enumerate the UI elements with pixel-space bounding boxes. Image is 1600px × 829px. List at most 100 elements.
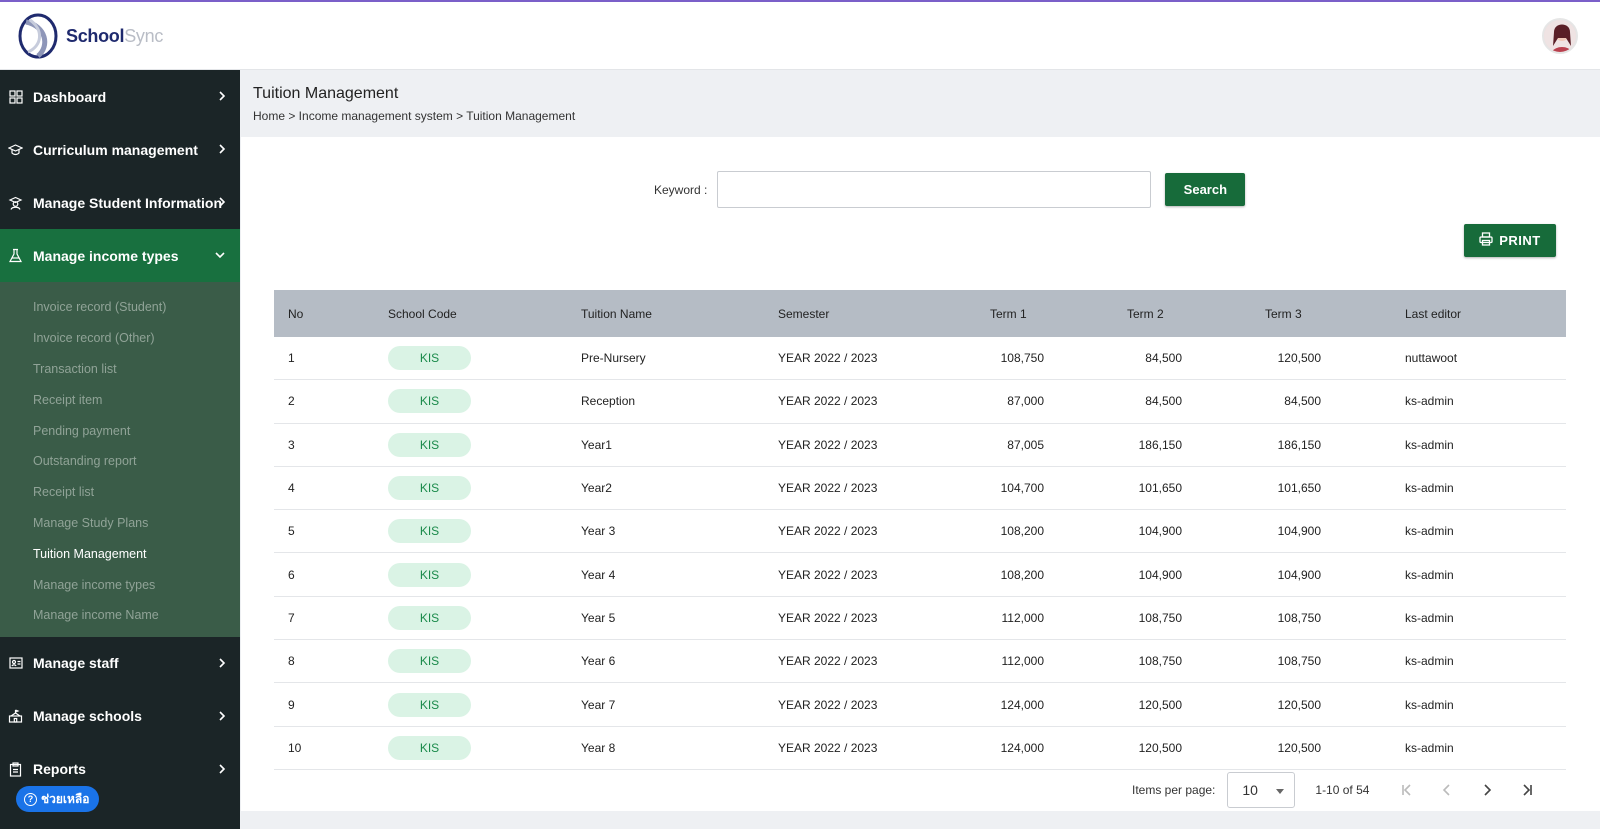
cell-semester: YEAR 2022 / 2023 (778, 394, 878, 409)
prev-page-button[interactable] (1427, 772, 1467, 808)
table-row[interactable]: 2 KIS Reception YEAR 2022 / 2023 87,000 84,50… (274, 380, 1566, 424)
submenu-item-income-types[interactable]: Manage income types (0, 569, 240, 600)
school-code-cell: KIS (388, 605, 471, 630)
cell-term-2: 186,150 (1138, 437, 1182, 452)
school-code-badge: KIS (388, 519, 471, 544)
sidebar-item-staff[interactable]: Manage staff (0, 637, 240, 690)
school-code-cell: KIS (388, 389, 471, 414)
header-school-code[interactable]: School Code (388, 307, 457, 321)
sidebar-item-curriculum[interactable]: Curriculum management (0, 123, 240, 176)
breadcrumb: Home > Income management system > Tuitio… (253, 109, 576, 123)
cell-no: 6 (288, 567, 295, 582)
keyword-label: Keyword : (654, 182, 708, 197)
cell-semester: YEAR 2022 / 2023 (778, 351, 878, 366)
page-range: 1-10 of 54 (1315, 783, 1370, 797)
table-row[interactable]: 7 KIS Year 5 YEAR 2022 / 2023 112,000 108,750… (274, 597, 1566, 641)
header-no[interactable]: No (288, 307, 303, 321)
keyword-input[interactable] (717, 171, 1152, 208)
header-term-2[interactable]: Term 2 (1127, 307, 1233, 321)
cell-tuition-name: Year 3 (581, 524, 616, 539)
submenu-item-receipt-item[interactable]: Receipt item (0, 384, 240, 415)
flask-icon (8, 248, 23, 263)
cell-last-editor: ks-admin (1405, 437, 1454, 452)
income-types-submenu: Invoice record (Student) Invoice record … (0, 282, 240, 637)
sidebar-item-income-types[interactable]: Manage income types (0, 229, 240, 282)
table-row[interactable]: 9 KIS Year 7 YEAR 2022 / 2023 124,000 120,500… (274, 683, 1566, 727)
cell-term-3: 104,900 (1277, 567, 1321, 582)
header-semester[interactable]: Semester (778, 307, 829, 321)
cell-term-3: 120,500 (1277, 351, 1321, 366)
header-term-1[interactable]: Term 1 (990, 307, 1096, 321)
cell-term-2: 104,900 (1138, 524, 1182, 539)
sidebar-item-schools[interactable]: Manage schools (0, 690, 240, 743)
table-row[interactable]: 10 KIS Year 8 YEAR 2022 / 2023 124,000 120,50… (274, 727, 1566, 770)
cell-no: 10 (288, 740, 302, 755)
table-row[interactable]: 3 KIS Year1 YEAR 2022 / 2023 87,005 186,150 18… (274, 424, 1566, 467)
last-page-button[interactable] (1507, 772, 1547, 808)
cell-term-3: 108,750 (1277, 654, 1321, 669)
items-per-page-select[interactable]: 10 (1227, 772, 1296, 808)
submenu-item-tuition-management[interactable]: Tuition Management (0, 538, 240, 569)
chevron-down-icon (214, 248, 226, 264)
submenu-item-receipt-list[interactable]: Receipt list (0, 477, 240, 508)
cell-no: 7 (288, 610, 295, 625)
cell-tuition-name: Year1 (581, 437, 612, 452)
cell-semester: YEAR 2022 / 2023 (778, 610, 878, 625)
header-term-3[interactable]: Term 3 (1265, 307, 1371, 321)
school-code-cell: KIS (388, 649, 471, 674)
cell-term-1: 124,000 (1000, 740, 1044, 755)
page-header: Tuition Management Home > Income managem… (253, 85, 575, 123)
question-icon: ? (24, 792, 37, 806)
cell-last-editor: ks-admin (1405, 740, 1454, 755)
cell-last-editor: ks-admin (1405, 610, 1454, 625)
graduation-cap-icon (8, 142, 23, 157)
table-row[interactable]: 1 KIS Pre-Nursery YEAR 2022 / 2023 108,750 84… (274, 337, 1566, 381)
user-avatar[interactable] (1542, 18, 1578, 54)
school-code-badge: KIS (388, 649, 471, 674)
cell-tuition-name: Pre-Nursery (581, 351, 646, 366)
school-code-cell: KIS (388, 432, 471, 457)
sidebar-item-dashboard[interactable]: Dashboard (0, 70, 240, 123)
cell-semester: YEAR 2022 / 2023 (778, 437, 878, 452)
table-header: No School Code Tuition Name Semester Ter… (274, 290, 1566, 337)
logo[interactable]: SchoolSync (16, 12, 163, 60)
table-row[interactable]: 8 KIS Year 6 YEAR 2022 / 2023 112,000 108,750… (274, 640, 1566, 684)
submenu-item-outstanding-report[interactable]: Outstanding report (0, 446, 240, 477)
table-row[interactable]: 6 KIS Year 4 YEAR 2022 / 2023 108,200 104,900… (274, 553, 1566, 597)
submenu-item-income-name[interactable]: Manage income Name (0, 600, 240, 631)
table-body: 1 KIS Pre-Nursery YEAR 2022 / 2023 108,750 84… (274, 337, 1566, 770)
cell-tuition-name: Year 5 (581, 610, 616, 625)
chevron-right-icon (218, 762, 226, 778)
header-tuition-name[interactable]: Tuition Name (581, 307, 652, 321)
cell-term-1: 87,005 (1007, 437, 1044, 452)
clipboard-icon (8, 762, 23, 777)
table-row[interactable]: 5 KIS Year 3 YEAR 2022 / 2023 108,200 104,900… (274, 510, 1566, 554)
school-code-cell: KIS (388, 346, 471, 371)
help-button[interactable]: ? ช่วยเหลือ (16, 786, 99, 812)
cell-tuition-name: Year 7 (581, 697, 616, 712)
search-button[interactable]: Search (1165, 173, 1246, 206)
chevron-left-icon (1443, 784, 1451, 796)
table-row[interactable]: 4 KIS Year2 YEAR 2022 / 2023 104,700 101,650 1… (274, 467, 1566, 511)
cell-term-2: 101,650 (1138, 481, 1182, 496)
first-page-button[interactable] (1387, 772, 1427, 808)
caret-down-icon (1276, 789, 1285, 794)
cell-semester: YEAR 2022 / 2023 (778, 740, 878, 755)
print-button[interactable]: PRINT (1464, 224, 1556, 257)
cell-term-2: 120,500 (1138, 740, 1182, 755)
submenu-item-pending-payment[interactable]: Pending payment (0, 415, 240, 446)
sidebar-item-student-info[interactable]: Manage Student Information (0, 176, 240, 229)
chevron-right-icon (218, 142, 226, 158)
submenu-item-invoice-student[interactable]: Invoice record (Student) (0, 292, 240, 323)
submenu-item-invoice-other[interactable]: Invoice record (Other) (0, 323, 240, 354)
cell-term-3: 108,750 (1277, 610, 1321, 625)
submenu-item-study-plans[interactable]: Manage Study Plans (0, 508, 240, 539)
cell-tuition-name: Year 8 (581, 740, 616, 755)
cell-term-1: 112,000 (1001, 654, 1045, 669)
header-last-editor[interactable]: Last editor (1405, 307, 1461, 321)
help-label: ช่วยเหลือ (41, 791, 90, 806)
cell-semester: YEAR 2022 / 2023 (778, 524, 878, 539)
next-page-button[interactable] (1467, 772, 1507, 808)
submenu-item-transaction-list[interactable]: Transaction list (0, 354, 240, 385)
cell-term-3: 104,900 (1277, 524, 1321, 539)
